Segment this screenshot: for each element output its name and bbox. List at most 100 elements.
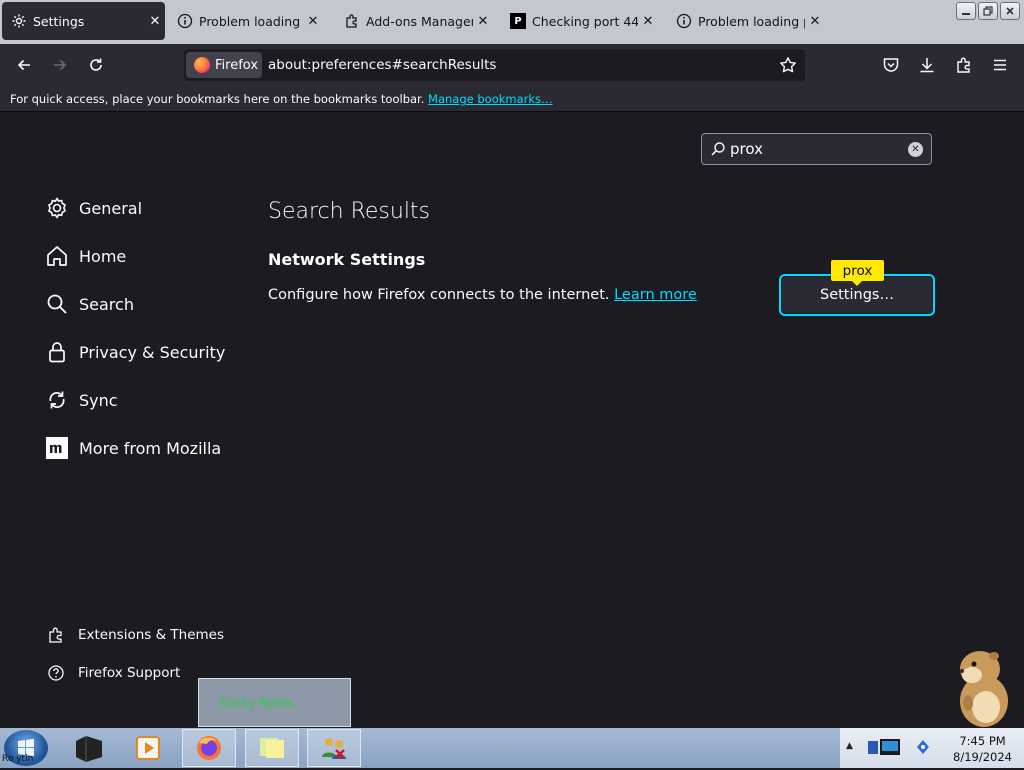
sidebar-item-label: Search: [79, 294, 134, 314]
sidebar-item-sync[interactable]: Sync: [44, 387, 118, 413]
lock-icon: [44, 339, 70, 365]
clock-date: 8/19/2024: [953, 750, 1012, 764]
windows-taskbar: Ro ytin ▲ 7:45 PM 8/19/2024: [0, 728, 1024, 768]
downloads-button[interactable]: [914, 52, 940, 78]
taskbar-clock[interactable]: 7:45 PM 8/19/2024: [953, 733, 1012, 765]
sync-icon: [44, 387, 70, 413]
home-icon: [44, 243, 70, 269]
obscured-label: Ro ytin: [2, 754, 34, 764]
bookmarks-hint-text: For quick access, place your bookmarks h…: [10, 92, 425, 106]
section-title: Network Settings: [268, 250, 426, 269]
clear-search-icon[interactable]: ✕: [908, 142, 923, 157]
search-input[interactable]: [730, 138, 900, 160]
sidebar-item-search[interactable]: Search: [44, 291, 134, 317]
tab-addons-manager[interactable]: Add-ons Manager ✕: [335, 2, 493, 40]
taskbar-firefox[interactable]: [182, 729, 236, 767]
puzzle-icon: [344, 13, 360, 29]
tab-label: Checking port 445 o: [532, 13, 638, 29]
bookmark-star-icon[interactable]: [777, 54, 799, 76]
firefox-logo-icon: [194, 57, 210, 73]
close-tab-icon[interactable]: ✕: [638, 14, 658, 29]
info-icon: [177, 13, 193, 29]
preferences-search-box[interactable]: ✕: [701, 133, 932, 165]
sticky-notes-label: Sticky Notes: [219, 695, 294, 710]
tab-problem-loading-1[interactable]: Problem loading pag ✕: [168, 2, 323, 40]
preferences-content: ✕ General Home Search Privacy & Security…: [0, 113, 1024, 728]
close-window-button[interactable]: [1000, 2, 1020, 20]
sidebar-item-label: General: [79, 198, 143, 218]
extensions-button[interactable]: [951, 52, 977, 78]
tab-label: Settings: [33, 13, 85, 29]
sidebar-firefox-support-link[interactable]: Firefox Support: [46, 663, 180, 683]
search-icon: [710, 141, 726, 161]
close-tab-icon[interactable]: ✕: [303, 14, 323, 29]
url-bar[interactable]: Firefox about:preferences#searchResults: [184, 49, 805, 81]
sidebar-item-privacy-security[interactable]: Privacy & Security: [44, 339, 225, 365]
mozilla-icon: [44, 435, 70, 461]
gear-icon: [44, 195, 70, 221]
tab-checking-port[interactable]: P Checking port 445 o ✕: [501, 2, 658, 40]
page-title: Search Results: [268, 199, 431, 224]
sticky-notes-icon: [260, 738, 284, 758]
network-tray-icon[interactable]: [866, 737, 906, 763]
terminal-app-icon: [76, 736, 102, 762]
taskbar-sticky-notes[interactable]: [245, 729, 299, 767]
network-settings-description: Configure how Firefox connects to the in…: [268, 287, 697, 303]
taskbar-terminal-app[interactable]: [62, 729, 116, 767]
sidebar-item-label: More from Mozilla: [79, 438, 222, 458]
hamburger-menu-icon: [994, 59, 1006, 71]
sidebar-item-home[interactable]: Home: [44, 243, 126, 269]
manage-bookmarks-link[interactable]: Manage bookmarks…: [428, 92, 553, 106]
tab-problem-loading-2[interactable]: Problem loading pag ✕: [667, 2, 825, 40]
back-button[interactable]: [11, 52, 37, 78]
tab-label: Add-ons Manager: [366, 13, 473, 29]
bookmarks-toolbar: For quick access, place your bookmarks h…: [0, 86, 1024, 112]
puzzle-icon: [957, 57, 970, 73]
learn-more-link[interactable]: Learn more: [614, 287, 697, 303]
system-tray: ▲ 7:45 PM 8/19/2024: [840, 728, 1024, 768]
close-tab-icon[interactable]: ✕: [473, 14, 493, 29]
close-tab-icon[interactable]: ✕: [145, 14, 165, 29]
window-controls: [956, 2, 1020, 20]
help-icon: [46, 663, 66, 683]
desktop-hamster-image: [950, 645, 1016, 729]
app-tray-icon[interactable]: [916, 739, 930, 759]
tab-label: Problem loading pag: [199, 13, 303, 29]
sidebar-item-more-from-mozilla[interactable]: More from Mozilla: [44, 435, 221, 461]
minimize-button[interactable]: [956, 2, 976, 20]
sidebar-item-general[interactable]: General: [44, 195, 142, 221]
taskbar-network-users[interactable]: [307, 729, 361, 767]
sidebar-extensions-themes-link[interactable]: Extensions & Themes: [46, 625, 224, 645]
url-text[interactable]: about:preferences#searchResults: [268, 57, 496, 73]
back-arrow-icon: [17, 59, 30, 71]
taskbar-media-player[interactable]: [121, 729, 175, 767]
sidebar-footer-label: Firefox Support: [78, 665, 181, 681]
search-highlight-tooltip: prox: [831, 260, 884, 286]
reload-icon: [90, 58, 102, 71]
sidebar-item-label: Home: [79, 246, 127, 266]
forward-button[interactable]: [47, 52, 73, 78]
tab-label: Problem loading pag: [698, 13, 805, 29]
sticky-notes-preview[interactable]: Sticky Notes: [198, 678, 351, 727]
tab-strip: Settings ✕ Problem loading pag ✕ Add-ons…: [0, 0, 1024, 44]
identity-label: Firefox: [215, 57, 259, 73]
restore-button[interactable]: [978, 2, 998, 20]
show-hidden-icons-icon[interactable]: ▲: [846, 741, 853, 751]
download-icon: [920, 58, 934, 73]
sidebar-footer-label: Extensions & Themes: [78, 627, 225, 643]
pocket-icon: [883, 58, 899, 72]
pocket-button[interactable]: [878, 52, 904, 78]
search-icon: [44, 291, 70, 317]
users-icon: [322, 738, 346, 759]
tab-settings[interactable]: Settings ✕: [2, 2, 165, 40]
firefox-icon: [197, 736, 221, 760]
app-menu-button[interactable]: [987, 52, 1013, 78]
media-player-icon: [136, 736, 160, 760]
info-icon: [676, 13, 692, 29]
close-tab-icon[interactable]: ✕: [805, 14, 825, 29]
clock-time: 7:45 PM: [959, 734, 1006, 748]
puzzle-icon: [46, 625, 66, 645]
identity-box[interactable]: Firefox: [186, 52, 262, 78]
reload-button[interactable]: [83, 52, 109, 78]
description-text: Configure how Firefox connects to the in…: [268, 287, 610, 303]
